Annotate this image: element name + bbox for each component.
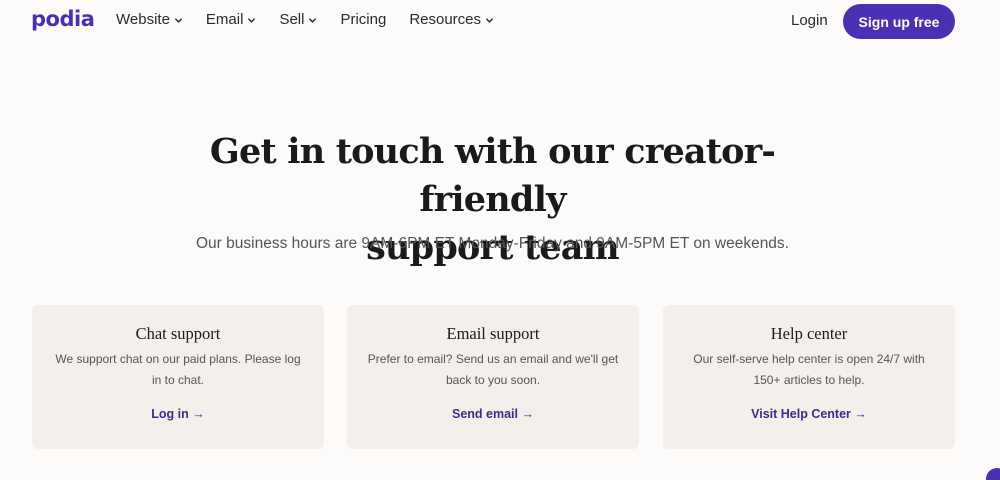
email-support-card: Email support Prefer to email? Send us a…	[347, 305, 639, 449]
chat-support-card: Chat support We support chat on our paid…	[32, 305, 324, 449]
chat-widget-button[interactable]	[986, 468, 1000, 480]
nav-resources[interactable]: Resources	[409, 11, 494, 28]
help-center-card: Help center Our self-serve help center i…	[663, 305, 955, 449]
nav-pricing-label: Pricing	[340, 11, 387, 28]
page-title-line1: Get in touch with our creator-friendly	[209, 131, 776, 220]
nav-pricing[interactable]: Pricing	[340, 11, 386, 28]
nav-sell-label: Sell	[279, 11, 305, 28]
signup-button[interactable]: Sign up free	[843, 4, 955, 39]
login-chat-link[interactable]: Log in →	[32, 407, 324, 421]
send-email-link[interactable]: Send email →	[347, 407, 639, 421]
main-nav: Website Email Sell Pricing Resources	[116, 11, 517, 28]
help-center-link[interactable]: Visit Help Center →	[663, 407, 955, 421]
chevron-down-icon	[175, 17, 182, 23]
nav-resources-label: Resources	[409, 11, 482, 28]
nav-email[interactable]: Email	[206, 11, 257, 28]
card-description: Our self-serve help center is open 24/7 …	[693, 352, 925, 387]
nav-sell[interactable]: Sell	[279, 11, 317, 28]
nav-website-label: Website	[116, 11, 170, 28]
business-hours-text: Our business hours are 9AM-6PM ET Monday…	[196, 235, 789, 252]
site-header: podia Website Email Sell Pricing Resourc…	[0, 0, 1000, 42]
chevron-down-icon	[486, 17, 493, 23]
chevron-down-icon	[309, 17, 317, 23]
podia-logo[interactable]: podia	[31, 7, 95, 31]
card-title: Email support	[446, 324, 540, 343]
card-title: Help center	[770, 324, 848, 343]
login-link[interactable]: Login	[791, 12, 828, 29]
nav-website[interactable]: Website	[116, 11, 183, 28]
card-title: Chat support	[135, 324, 221, 343]
card-description: We support chat on our paid plans. Pleas…	[55, 352, 301, 387]
nav-email-label: Email	[205, 11, 244, 28]
card-description: Prefer to email? Send us an email and we…	[367, 352, 619, 387]
chevron-down-icon	[248, 17, 256, 23]
